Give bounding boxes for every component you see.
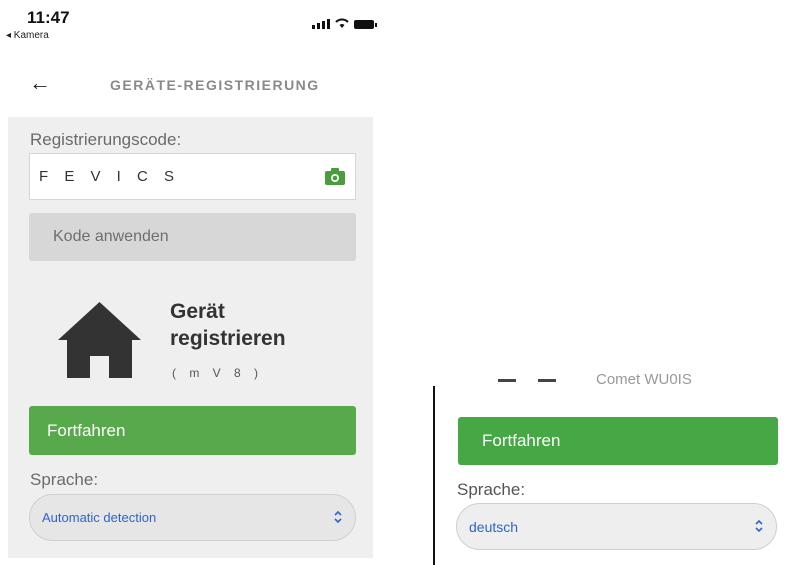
register-device-heading: Gerät registrieren bbox=[170, 298, 286, 352]
back-arrow-icon[interactable]: ← bbox=[29, 72, 51, 94]
apply-code-button[interactable]: Kode anwenden bbox=[29, 213, 356, 261]
wifi-icon bbox=[335, 18, 349, 28]
house-icon bbox=[58, 302, 141, 378]
back-to-camera-link[interactable]: ◂ Kamera bbox=[6, 30, 49, 41]
registration-code-value: F E V I C S bbox=[39, 168, 181, 185]
status-icons bbox=[312, 18, 377, 29]
language-label: Sprache: bbox=[30, 470, 99, 489]
signal-icon bbox=[312, 19, 330, 29]
registration-code-label: Registrierungscode: bbox=[30, 130, 182, 149]
continue-button[interactable]: Fortfahren bbox=[29, 406, 356, 455]
page-title: GERÄTE-REGISTRIERUNG bbox=[110, 77, 320, 93]
crop-divider bbox=[433, 386, 435, 565]
language-select-2[interactable]: deutsch bbox=[456, 503, 777, 550]
partial-device-marks bbox=[498, 379, 556, 382]
register-device-heading-line1: Gerät bbox=[170, 300, 225, 323]
language-select[interactable]: Automatic detection bbox=[29, 494, 356, 541]
camera-icon[interactable] bbox=[325, 168, 345, 185]
status-time: 11:47 bbox=[27, 8, 70, 27]
language-select-value: Automatic detection bbox=[42, 510, 157, 525]
registration-code-input[interactable]: F E V I C S bbox=[29, 153, 356, 200]
select-chevron-icon-2 bbox=[755, 519, 763, 533]
continue-button-2[interactable]: Fortfahren bbox=[458, 417, 778, 465]
language-label-2: Sprache: bbox=[457, 480, 526, 499]
language-select-2-value: deutsch bbox=[469, 518, 519, 535]
device-id: ( m V 8 ) bbox=[172, 366, 264, 380]
battery-icon bbox=[354, 20, 377, 29]
register-device-heading-line2: registrieren bbox=[170, 327, 286, 350]
select-chevron-icon bbox=[334, 510, 342, 524]
partial-device-id: Comet WU0IS bbox=[596, 371, 692, 388]
